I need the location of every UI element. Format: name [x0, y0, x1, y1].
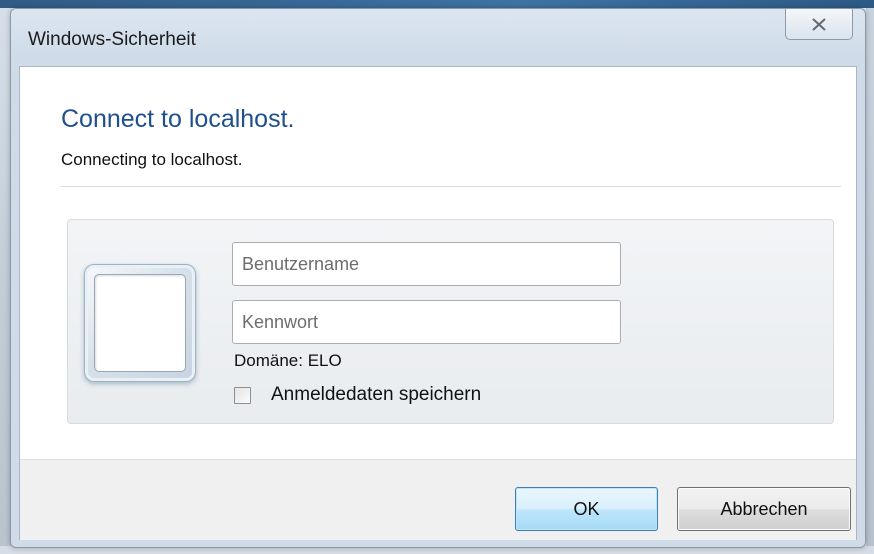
close-button[interactable]: [785, 9, 853, 40]
dialog-subheading: Connecting to localhost.: [61, 150, 243, 169]
domain-label: Domäne: ELO: [234, 351, 342, 370]
background-taskbar-strip: [0, 0, 874, 8]
divider: [61, 186, 841, 187]
user-tile-picture: [94, 274, 186, 372]
remember-checkbox[interactable]: [234, 386, 251, 404]
background-right-edge: [866, 8, 874, 554]
title-bar[interactable]: Windows-Sicherheit: [11, 9, 865, 66]
user-tile-icon: [84, 264, 196, 382]
password-input[interactable]: [232, 300, 621, 344]
remember-label[interactable]: Anmeldedaten speichern: [271, 384, 481, 406]
remember-credentials[interactable]: Anmeldedaten speichern: [234, 384, 481, 406]
window-title: Windows-Sicherheit: [28, 29, 196, 50]
cancel-button[interactable]: Abbrechen: [677, 487, 851, 531]
credential-tile: Domäne: ELO Anmeldedaten speichern: [67, 219, 834, 424]
ok-button[interactable]: OK: [515, 487, 658, 531]
close-x-icon: [812, 17, 826, 31]
command-area: OK Abbrechen: [20, 459, 856, 540]
dialog-heading: Connect to localhost.: [61, 105, 295, 133]
dialog-content: Connect to localhost. Connecting to loca…: [19, 66, 857, 540]
security-dialog: Windows-Sicherheit Connect to localhost.…: [10, 8, 866, 548]
username-input[interactable]: [232, 242, 621, 286]
